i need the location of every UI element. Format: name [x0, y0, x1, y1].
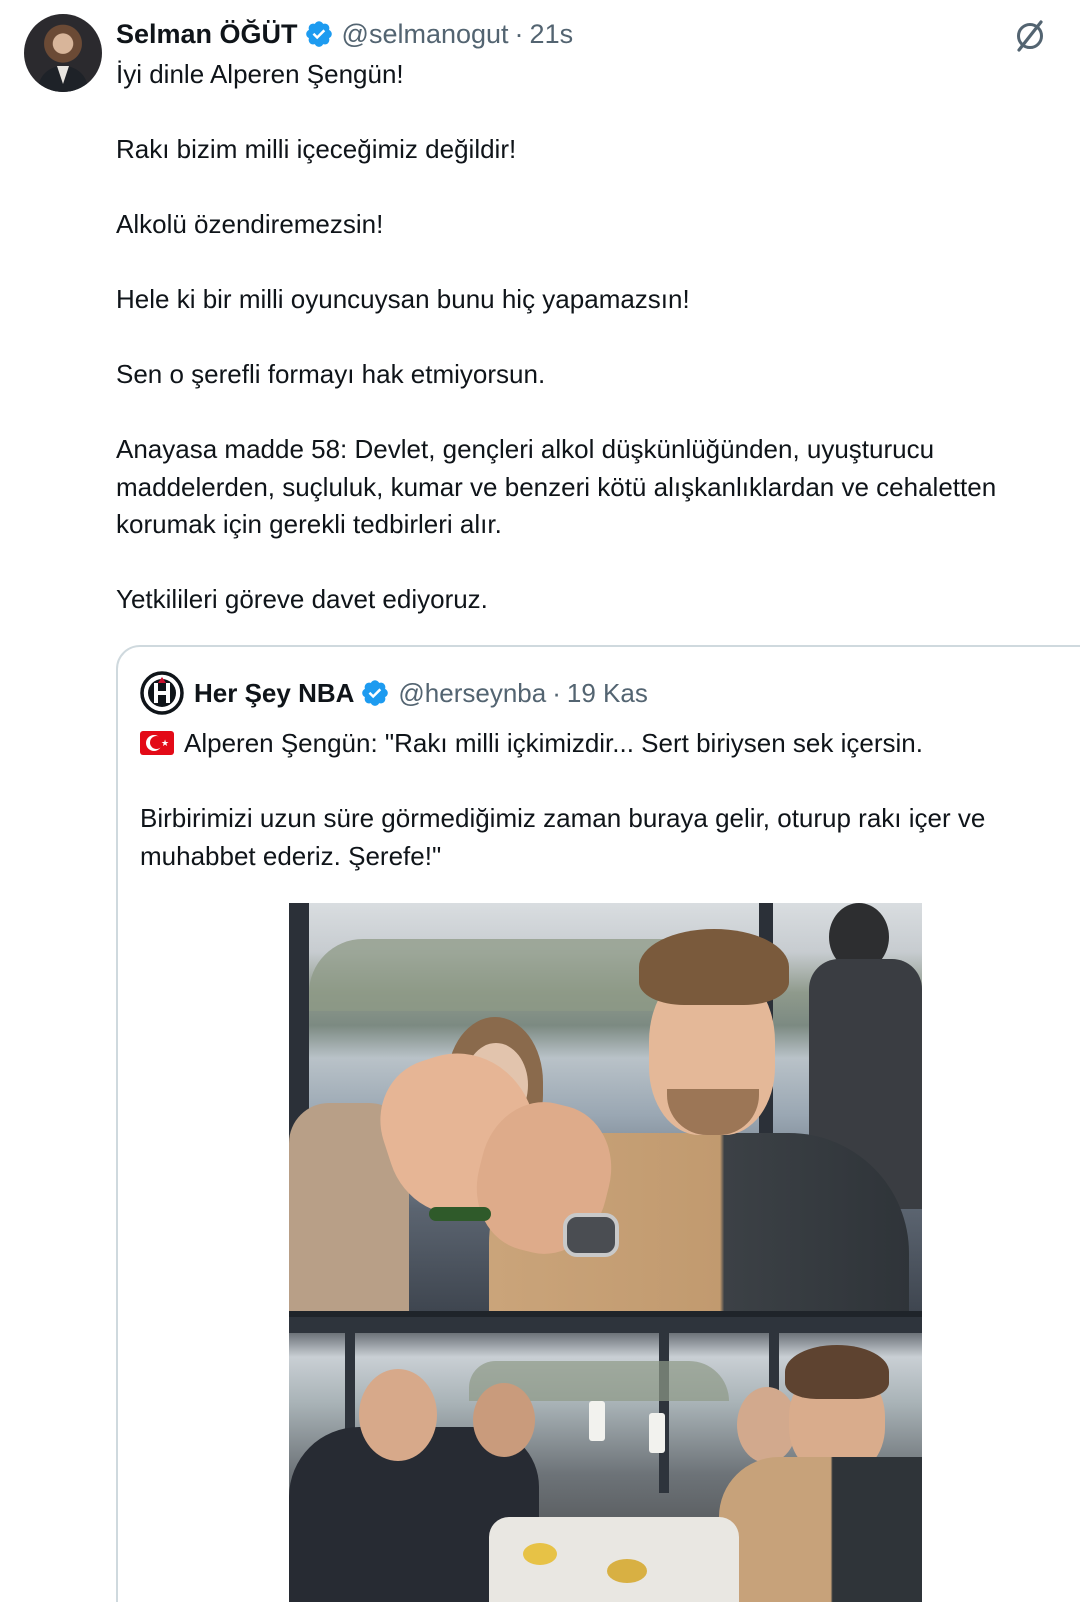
older-man-face: [737, 1387, 797, 1463]
tweet-timestamp[interactable]: 21s: [530, 19, 574, 50]
quoted-text-spacer: [140, 763, 1060, 801]
header-separator: ·: [514, 18, 524, 49]
verified-badge-icon: [362, 680, 389, 706]
table-dish-1: [523, 1543, 557, 1565]
alperen-hair: [785, 1345, 889, 1399]
raki-glass-2: [649, 1413, 665, 1453]
window-frame-top: [289, 1317, 922, 1333]
quoted-text: ★ Alperen Şengün: "Rakı milli içkimizdir.…: [140, 725, 1060, 875]
quoted-media[interactable]: [289, 903, 922, 1602]
author-avatar[interactable]: [24, 14, 102, 92]
media-photo-top[interactable]: [289, 903, 922, 1311]
tweet-header: Selman ÖĞÜT @selmanogut · 21s: [116, 16, 573, 52]
quoted-author-handle[interactable]: @herseynba: [398, 678, 546, 709]
quoted-text-line-2: Birbirimizi uzun süre görmediğimiz zaman…: [140, 803, 993, 871]
tweet-text: İyi dinle Alperen Şengün! Rakı bizim mil…: [116, 59, 997, 614]
wristwatch: [563, 1213, 619, 1257]
bald-man-face: [473, 1383, 535, 1457]
herseynba-logo-avatar[interactable]: [140, 671, 184, 715]
quoted-header-separator: ·: [552, 677, 561, 708]
tweet[interactable]: Selman ÖĞÜT @selmanogut · 21s İyi dinle …: [0, 0, 1080, 1602]
author-name[interactable]: Selman ÖĞÜT: [116, 19, 298, 50]
quoted-text-line-1: ★ Alperen Şengün: "Rakı milli içkimizdir.…: [140, 725, 1060, 763]
media-photo-bottom[interactable]: [289, 1317, 922, 1602]
turkey-flag-icon: ★: [140, 731, 174, 755]
grok-icon[interactable]: [1012, 18, 1048, 54]
alperen-shirt: [719, 1457, 922, 1602]
man-hair: [639, 929, 789, 1005]
quoted-line-1-text: Alperen Şengün: "Rakı milli içkimizdir..…: [184, 728, 923, 758]
raki-glass-1: [589, 1401, 605, 1441]
verified-badge-icon: [305, 21, 332, 47]
quoted-author-name[interactable]: Her Şey NBA: [194, 678, 354, 709]
quoted-timestamp[interactable]: 19 Kas: [567, 678, 648, 709]
quoted-tweet[interactable]: Her Şey NBA @herseynba · 19 Kas ★ Alperen…: [116, 645, 1080, 1602]
table-dish-2: [607, 1559, 647, 1583]
quoted-header: Her Şey NBA @herseynba · 19 Kas: [140, 671, 648, 715]
author-handle[interactable]: @selmanogut: [342, 19, 509, 50]
man-dark-face: [359, 1369, 437, 1461]
bead-bracelet: [429, 1207, 491, 1221]
